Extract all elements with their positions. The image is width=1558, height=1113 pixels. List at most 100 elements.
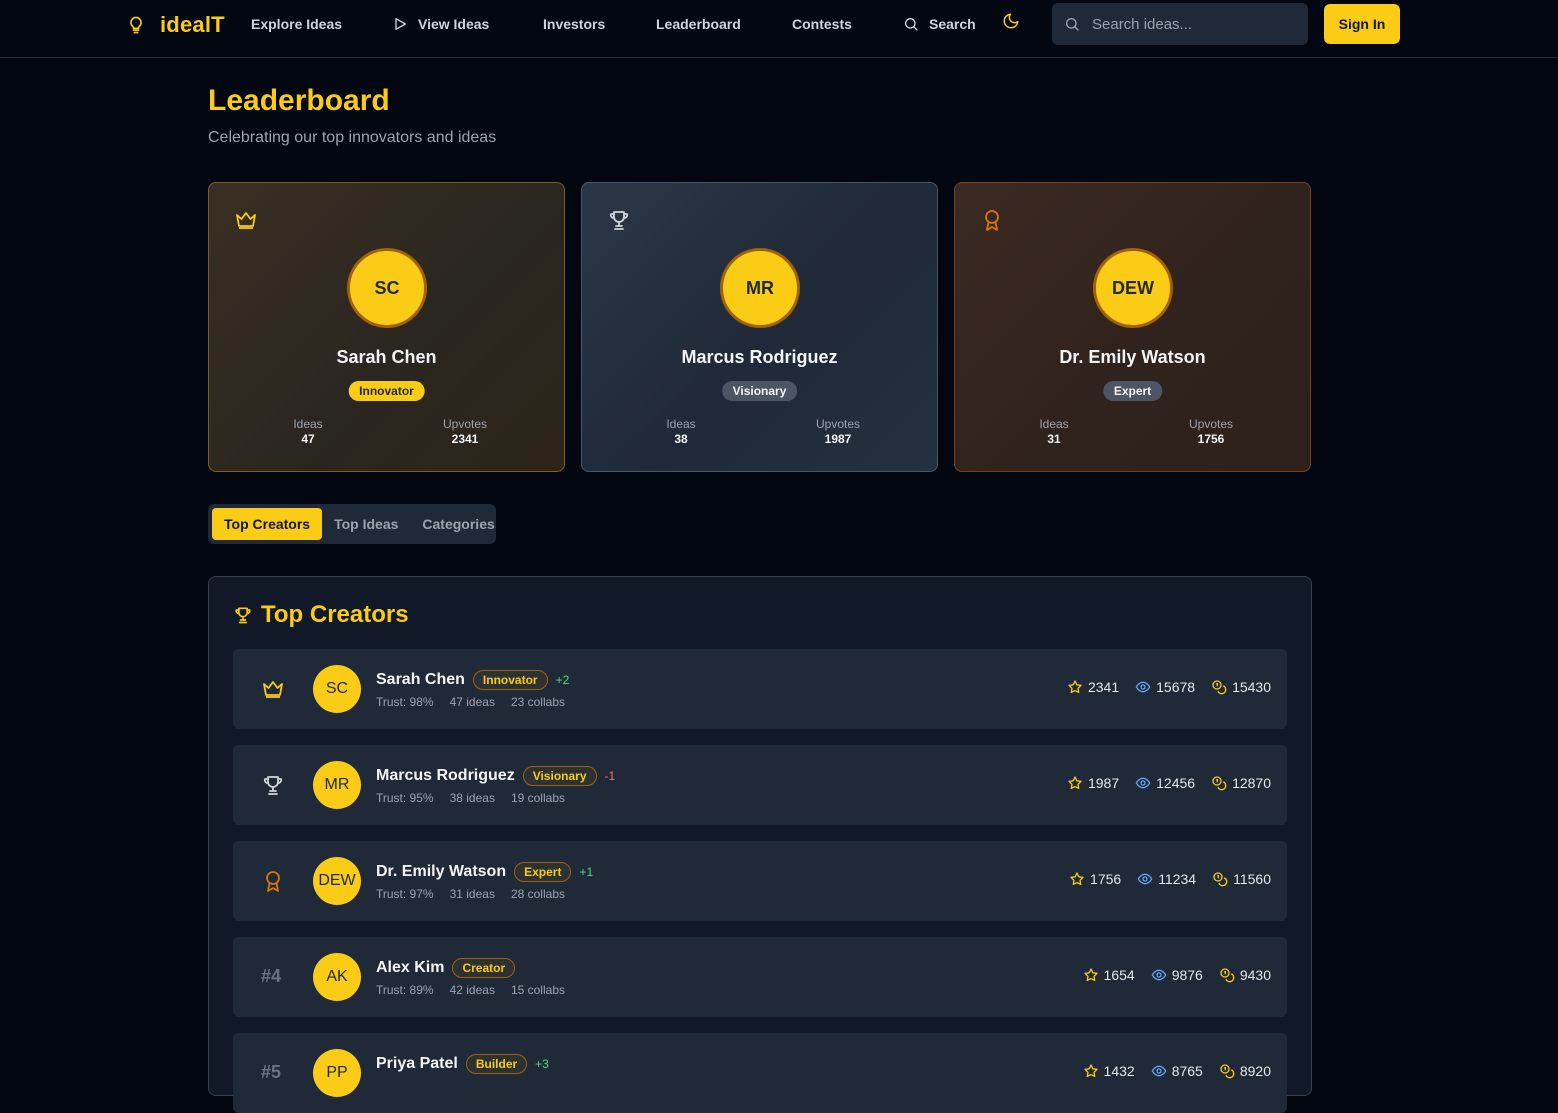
nav-label: Search xyxy=(929,16,976,32)
podium-card-third[interactable]: DEW Dr. Emily Watson Expert Ideas 31 Upv… xyxy=(954,182,1311,472)
leaderboard-tabs: Top Creators Top Ideas Categories xyxy=(208,504,496,544)
trophy-icon xyxy=(261,773,285,797)
ideas-stat: Ideas 38 xyxy=(631,417,731,446)
sign-in-button[interactable]: Sign In xyxy=(1324,4,1400,44)
views-stat: 12456 xyxy=(1135,775,1195,791)
level-badge: Innovator xyxy=(348,381,425,401)
nav-search[interactable]: Search xyxy=(903,14,976,34)
creator-stats: 2341 15678 15430 xyxy=(1067,679,1271,695)
views-value: 9876 xyxy=(1171,967,1203,983)
avatar: DEW xyxy=(313,857,361,905)
creator-info: Sarah Chen Innovator +2 Trust: 98% 47 id… xyxy=(376,669,569,709)
creator-row[interactable]: MR Marcus Rodriguez Visionary -1 Trust: … xyxy=(233,745,1287,825)
coins-stat: 8920 xyxy=(1219,1063,1271,1079)
level-badge: Expert xyxy=(514,862,572,882)
page-subtitle: Celebrating our top innovators and ideas xyxy=(208,129,497,146)
views-stat: 11234 xyxy=(1137,871,1196,887)
star-icon xyxy=(1083,967,1099,983)
collabs-count: 19 collabs xyxy=(510,791,565,805)
nav-explore-ideas[interactable]: Explore Ideas xyxy=(251,14,342,34)
star-icon xyxy=(1067,679,1083,695)
ideas-count: 31 ideas xyxy=(449,887,495,901)
coins-value: 8920 xyxy=(1239,1063,1271,1079)
ideas-count: 38 ideas xyxy=(449,791,495,805)
upvotes-value: 2341 xyxy=(451,432,479,446)
ideas-value: 31 xyxy=(1047,432,1061,446)
level-badge: Creator xyxy=(452,958,516,978)
podium-name: Sarah Chen xyxy=(336,347,437,367)
podium-card-second[interactable]: MR Marcus Rodriguez Visionary Ideas 38 U… xyxy=(581,182,938,472)
rank-change: +2 xyxy=(555,673,570,687)
upvotes-label: Upvotes xyxy=(815,417,861,431)
ideas-label: Ideas xyxy=(1039,417,1069,431)
tab-top-creators[interactable]: Top Creators xyxy=(212,508,323,540)
level-badge: Builder xyxy=(465,1054,528,1074)
rank-change: +3 xyxy=(535,1057,549,1071)
nav-label: Leaderboard xyxy=(656,16,741,32)
nav-view-ideas[interactable]: View Ideas xyxy=(392,14,489,34)
creator-info: Dr. Emily Watson Expert +1 Trust: 97% 31… xyxy=(376,861,593,901)
star-icon xyxy=(1083,1063,1099,1079)
logo-text: idealT xyxy=(160,12,225,37)
stars-value: 1756 xyxy=(1090,871,1122,887)
nav-label: Contests xyxy=(792,16,852,32)
stars-value: 1654 xyxy=(1103,967,1135,983)
collabs-count: 23 collabs xyxy=(510,695,565,709)
level-badge: Visionary xyxy=(721,381,798,401)
tab-top-ideas[interactable]: Top Ideas xyxy=(322,508,410,540)
coins-icon xyxy=(1211,679,1227,695)
upvotes-stat: Upvotes 1987 xyxy=(788,417,888,446)
eye-icon xyxy=(1137,871,1153,887)
collabs-count: 15 collabs xyxy=(510,983,565,997)
stars-stat: 1654 xyxy=(1083,967,1135,983)
logo[interactable]: idealT xyxy=(126,10,225,40)
nav-leaderboard[interactable]: Leaderboard xyxy=(656,14,741,34)
panel-title: Top Creators xyxy=(233,601,409,629)
ideas-stat: Ideas 31 xyxy=(1004,417,1104,446)
creator-name: Sarah Chen xyxy=(376,671,465,688)
avatar: MR xyxy=(720,248,800,328)
creator-row[interactable]: DEW Dr. Emily Watson Expert +1 Trust: 97… xyxy=(233,841,1287,921)
eye-icon xyxy=(1151,1063,1167,1079)
creator-stats: 1654 9876 9430 xyxy=(1083,967,1271,983)
level-badge: Innovator xyxy=(472,670,548,690)
creator-row[interactable]: #4 AK Alex Kim Creator Trust: 89% 42 ide… xyxy=(233,937,1287,1017)
coins-stat: 9430 xyxy=(1219,967,1271,983)
views-stat: 15678 xyxy=(1135,679,1195,695)
creator-info: Alex Kim Creator Trust: 89% 42 ideas 15 … xyxy=(376,957,565,997)
tab-categories[interactable]: Categories xyxy=(410,508,506,540)
eye-icon xyxy=(1135,679,1151,695)
nav-label: View Ideas xyxy=(418,16,490,32)
crown-icon xyxy=(261,677,285,701)
views-value: 15678 xyxy=(1156,679,1196,695)
rank-change: +1 xyxy=(579,865,594,879)
moon-icon[interactable] xyxy=(1002,12,1022,32)
creator-row[interactable]: #5 PP Priya Patel Builder +3 1432 8765 8… xyxy=(233,1033,1287,1113)
collabs-count: 28 collabs xyxy=(510,887,565,901)
trust-score: Trust: 95% xyxy=(376,791,434,805)
avatar: SC xyxy=(313,665,361,713)
nav-investors[interactable]: Investors xyxy=(543,14,605,34)
coins-icon xyxy=(1219,1063,1235,1079)
creator-row[interactable]: SC Sarah Chen Innovator +2 Trust: 98% 47… xyxy=(233,649,1287,729)
stars-value: 2341 xyxy=(1087,679,1120,695)
views-stat: 8765 xyxy=(1151,1063,1203,1079)
coins-icon xyxy=(1211,775,1227,791)
search-icon xyxy=(1064,16,1080,32)
top-navbar: idealT Explore Ideas View Ideas Investor… xyxy=(0,0,1558,58)
upvotes-label: Upvotes xyxy=(1188,417,1234,431)
search-box xyxy=(1052,3,1308,45)
search-icon xyxy=(903,16,919,32)
upvotes-label: Upvotes xyxy=(442,417,488,431)
creator-stats: 1756 11234 11560 xyxy=(1069,871,1271,887)
views-stat: 9876 xyxy=(1151,967,1203,983)
stars-value: 1987 xyxy=(1087,775,1120,791)
coins-stat: 11560 xyxy=(1212,871,1271,887)
creator-stats: 1987 12456 12870 xyxy=(1067,775,1271,791)
search-input[interactable] xyxy=(1092,15,1292,33)
podium-card-first[interactable]: SC Sarah Chen Innovator Ideas 47 Upvotes… xyxy=(208,182,565,472)
avatar: AK xyxy=(313,953,361,1001)
nav-contests[interactable]: Contests xyxy=(792,14,852,34)
stars-stat: 1432 xyxy=(1083,1063,1135,1079)
coins-stat: 15430 xyxy=(1211,679,1271,695)
